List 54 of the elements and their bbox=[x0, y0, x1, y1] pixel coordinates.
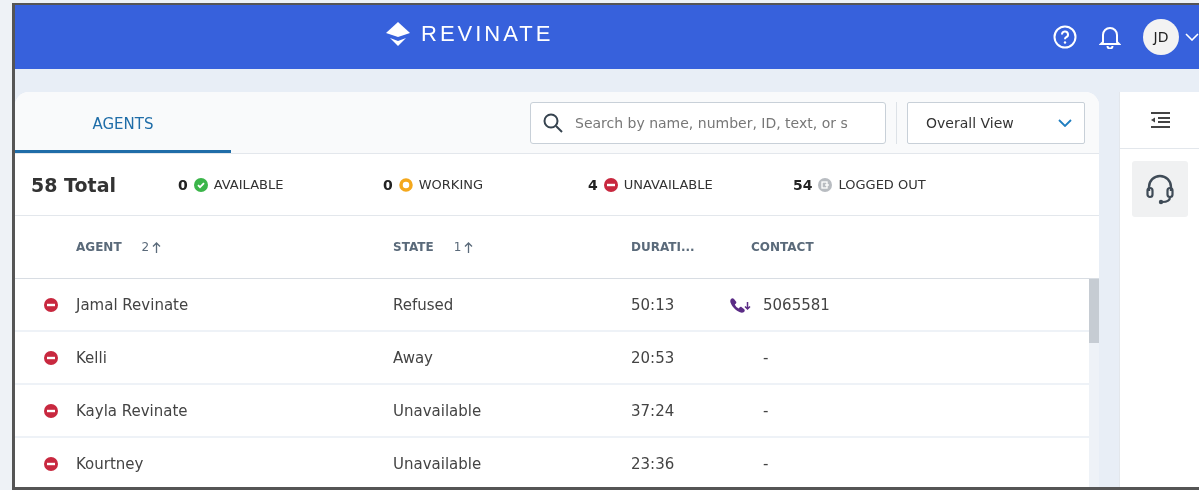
search-icon bbox=[543, 112, 563, 133]
agents-tab[interactable]: AGENTS bbox=[15, 92, 231, 153]
status-label: LOGGED OUT bbox=[838, 177, 926, 192]
scrollbar[interactable] bbox=[1089, 279, 1099, 487]
minus-circle-icon bbox=[603, 177, 618, 192]
logout-circle-icon bbox=[818, 177, 833, 192]
minus-circle-icon bbox=[43, 403, 58, 418]
total-count: 58 Total bbox=[31, 173, 117, 196]
chevron-down-icon bbox=[1058, 118, 1072, 127]
user-avatar[interactable]: JD bbox=[1143, 19, 1179, 55]
status-label: UNAVAILABLE bbox=[623, 177, 713, 192]
status-count: 0 bbox=[178, 176, 188, 193]
agents-button[interactable] bbox=[1132, 161, 1188, 217]
brand-name: REVINATE bbox=[421, 21, 554, 47]
sort-indicator[interactable]: 2 bbox=[141, 240, 162, 254]
state-cell-text: Unavailable bbox=[393, 401, 483, 420]
minus-circle-icon bbox=[43, 350, 58, 365]
status-count: 4 bbox=[588, 176, 598, 193]
sort-indicator[interactable]: 1 bbox=[453, 240, 474, 254]
agent-name: Kayla Revinate bbox=[76, 401, 189, 420]
help-icon[interactable] bbox=[1053, 25, 1077, 49]
agent-name: Kourtney bbox=[76, 454, 145, 473]
minus-circle-icon bbox=[43, 297, 58, 312]
bell-icon[interactable] bbox=[1099, 25, 1121, 49]
column-header[interactable]: STATE bbox=[393, 240, 434, 254]
state-cell-text: Away bbox=[393, 348, 434, 367]
minus-circle-icon bbox=[43, 456, 58, 471]
status-label: WORKING bbox=[418, 177, 484, 192]
status-count: 54 bbox=[793, 176, 813, 193]
duration-cell-text: 23:36 bbox=[631, 454, 676, 473]
state-cell-text: Refused bbox=[393, 295, 455, 314]
check-circle-icon bbox=[193, 177, 208, 192]
logo-icon bbox=[385, 21, 411, 47]
headset-icon bbox=[1145, 173, 1175, 205]
agent-name: Kelli bbox=[76, 348, 108, 367]
chevron-down-icon[interactable] bbox=[1185, 33, 1199, 41]
duration-cell-text: 37:24 bbox=[631, 401, 676, 420]
search-field[interactable]: Search by name, number, ID, text, or s bbox=[530, 101, 886, 144]
state-cell-text: Unavailable bbox=[393, 454, 483, 473]
contact-cell: - bbox=[763, 348, 769, 367]
column-header[interactable]: AGENT bbox=[76, 240, 122, 254]
view-select[interactable]: Overall View bbox=[907, 101, 1085, 144]
contact-cell: - bbox=[763, 401, 769, 420]
duration-cell-text: 20:53 bbox=[631, 348, 676, 367]
status-label: AVAILABLE bbox=[213, 177, 284, 192]
contact-cell: 5065581 bbox=[763, 295, 830, 314]
collapse-menu-icon[interactable] bbox=[1148, 112, 1171, 128]
status-count: 0 bbox=[383, 176, 393, 193]
ring-icon bbox=[398, 177, 413, 192]
column-header[interactable]: DURATI... bbox=[631, 240, 695, 254]
column-header[interactable]: CONTACT bbox=[751, 240, 814, 254]
contact-cell: - bbox=[763, 454, 769, 473]
duration-cell-text: 50:13 bbox=[631, 295, 676, 314]
agent-name: Jamal Revinate bbox=[76, 295, 190, 314]
